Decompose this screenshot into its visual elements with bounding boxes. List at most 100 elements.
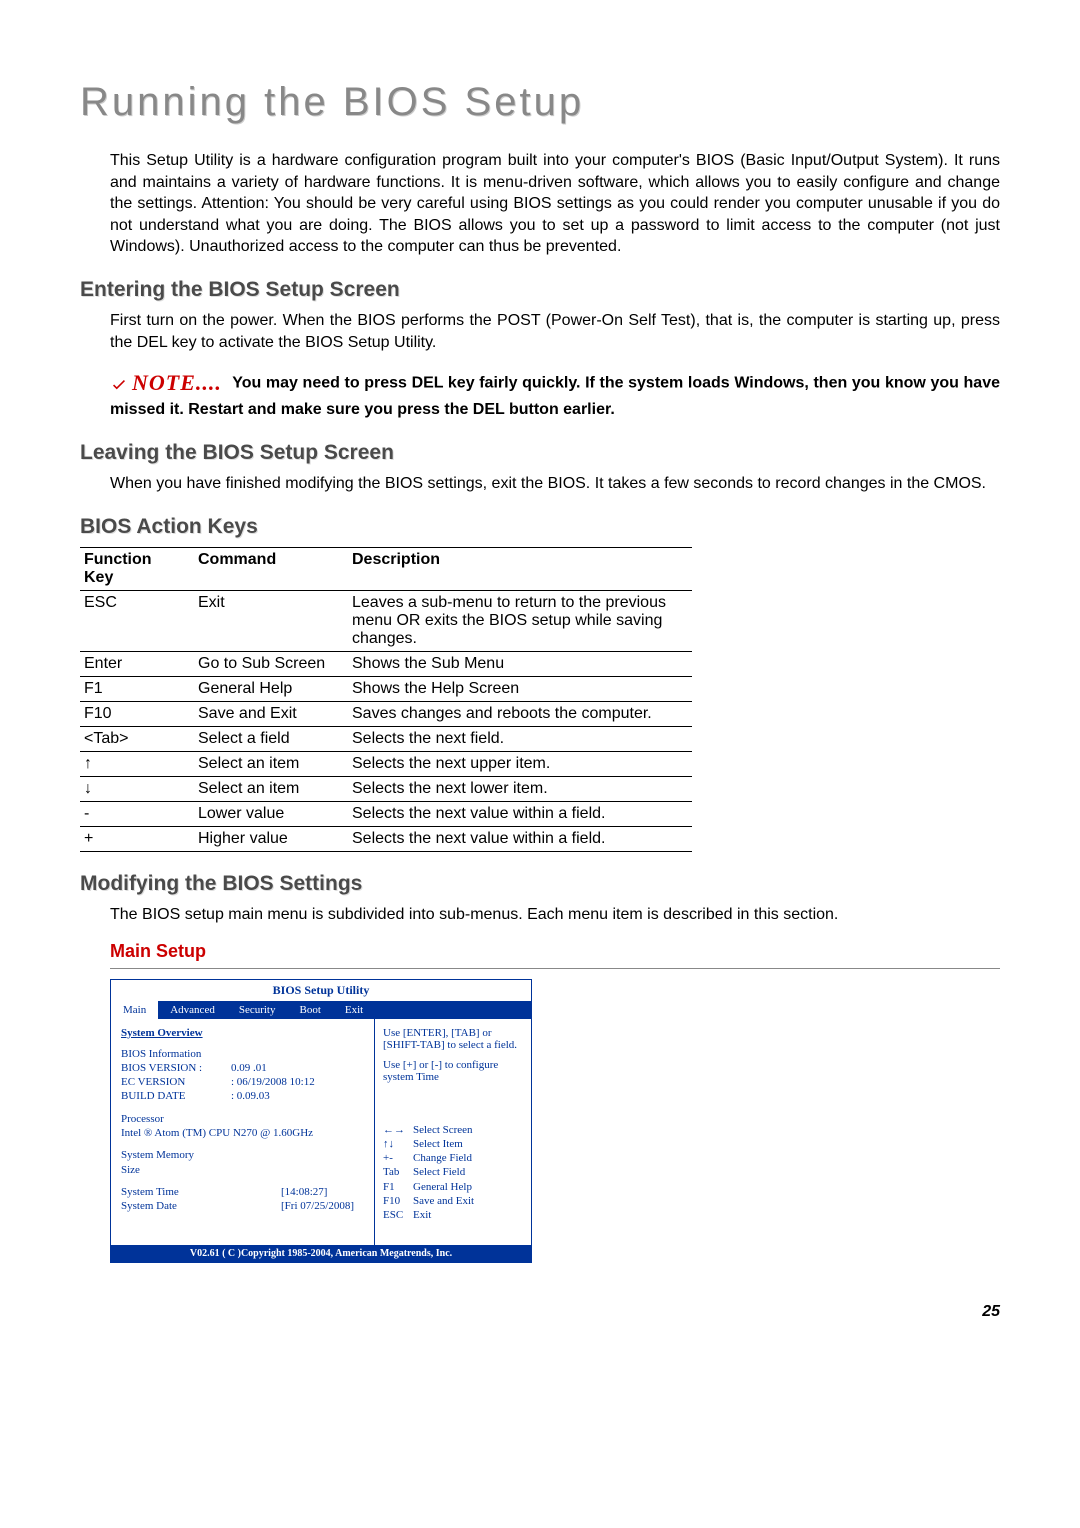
divider: [110, 968, 1000, 969]
section-modifying: Modifying the BIOS Settings: [80, 872, 1000, 896]
table-cell: Lower value: [194, 801, 348, 826]
table-cell: Shows the Help Screen: [348, 676, 692, 701]
page-title: Running the BIOS Setup: [80, 80, 1000, 125]
bios-help-key: ←→: [383, 1123, 413, 1137]
build-date-label: BUILD DATE: [121, 1089, 231, 1103]
col-description: Description: [348, 547, 692, 590]
table-cell: Select an item: [194, 751, 348, 776]
table-cell: ESC: [80, 590, 194, 651]
bios-help-desc: Save and Exit: [413, 1194, 474, 1208]
bios-screenshot: BIOS Setup Utility MainAdvancedSecurityB…: [110, 979, 532, 1263]
bios-help-key: +-: [383, 1151, 413, 1165]
ec-version-value: : 06/19/2008 10:12: [231, 1075, 315, 1089]
bios-tabs: MainAdvancedSecurityBootExit: [111, 1001, 531, 1019]
col-command: Command: [194, 547, 348, 590]
section-leaving: Leaving the BIOS Setup Screen: [80, 441, 1000, 465]
bios-left-panel: System Overview BIOS Information BIOS VE…: [111, 1019, 375, 1245]
note-block: NOTE.... You may need to press DEL key f…: [110, 368, 1000, 421]
bios-version-label: BIOS VERSION :: [121, 1061, 231, 1075]
entering-body: First turn on the power. When the BIOS p…: [110, 310, 1000, 353]
table-cell: Go to Sub Screen: [194, 651, 348, 676]
processor-value: Intel ® Atom (TM) CPU N270 @ 1.60GHz: [121, 1126, 364, 1140]
table-cell: Enter: [80, 651, 194, 676]
table-cell: Leaves a sub-menu to return to the previ…: [348, 590, 692, 651]
bios-version-value: 0.09 .01: [231, 1061, 267, 1075]
table-cell: F10: [80, 701, 194, 726]
bios-help-2: Use [+] or [-] to configure system Time: [383, 1059, 523, 1083]
table-row: -Lower valueSelects the next value withi…: [80, 801, 692, 826]
table-cell: Selects the next value within a field.: [348, 801, 692, 826]
modifying-body: The BIOS setup main menu is subdivided i…: [110, 904, 1000, 926]
bios-help-key: ↑↓: [383, 1137, 413, 1151]
bios-help-key-row: +-Change Field: [383, 1151, 523, 1165]
system-time-value: [14:08:27]: [281, 1185, 327, 1199]
table-row: F10Save and ExitSaves changes and reboot…: [80, 701, 692, 726]
bios-help-key: ESC: [383, 1208, 413, 1222]
bios-help-desc: Change Field: [413, 1151, 472, 1165]
bios-right-panel: Use [ENTER], [TAB] or [SHIFT-TAB] to sel…: [375, 1019, 531, 1245]
bios-info-label: BIOS Information: [121, 1047, 364, 1061]
table-cell: Save and Exit: [194, 701, 348, 726]
bios-tab-security[interactable]: Security: [227, 1001, 288, 1019]
table-cell: +: [80, 826, 194, 851]
processor-label: Processor: [121, 1112, 364, 1126]
table-cell: <Tab>: [80, 726, 194, 751]
bios-help-key-row: F1General Help: [383, 1180, 523, 1194]
check-icon: [110, 375, 128, 393]
table-row: +Higher valueSelects the next value with…: [80, 826, 692, 851]
bios-help-key: Tab: [383, 1165, 413, 1179]
table-row: EnterGo to Sub ScreenShows the Sub Menu: [80, 651, 692, 676]
bios-help-key-row: TabSelect Field: [383, 1165, 523, 1179]
bios-help-desc: Exit: [413, 1208, 431, 1222]
table-cell: Selects the next lower item.: [348, 776, 692, 801]
table-row: F1General HelpShows the Help Screen: [80, 676, 692, 701]
table-cell: Select a field: [194, 726, 348, 751]
system-time-label: System Time: [121, 1185, 231, 1199]
subsection-main-setup: Main Setup: [110, 941, 1000, 962]
table-cell: Higher value: [194, 826, 348, 851]
col-function-key: Function Key: [80, 547, 194, 590]
table-cell: F1: [80, 676, 194, 701]
bios-help-1: Use [ENTER], [TAB] or [SHIFT-TAB] to sel…: [383, 1027, 523, 1051]
bios-help-key: F1: [383, 1180, 413, 1194]
table-cell: Selects the next field.: [348, 726, 692, 751]
table-row: ↑Select an itemSelects the next upper it…: [80, 751, 692, 776]
system-date-value: [Fri 07/25/2008]: [281, 1199, 354, 1213]
bios-help-desc: Select Screen: [413, 1123, 473, 1137]
memory-label: System Memory: [121, 1148, 364, 1162]
bios-help-key-row: F10Save and Exit: [383, 1194, 523, 1208]
bios-help-key: F10: [383, 1194, 413, 1208]
section-action-keys: BIOS Action Keys: [80, 515, 1000, 539]
bios-help-desc: General Help: [413, 1180, 472, 1194]
note-label: NOTE....: [110, 368, 222, 399]
table-cell: General Help: [194, 676, 348, 701]
table-cell: Shows the Sub Menu: [348, 651, 692, 676]
table-row: ESCExitLeaves a sub-menu to return to th…: [80, 590, 692, 651]
section-entering: Entering the BIOS Setup Screen: [80, 278, 1000, 302]
leaving-body: When you have finished modifying the BIO…: [110, 473, 1000, 495]
note-text: You may need to press DEL key fairly qui…: [110, 375, 1000, 418]
note-label-text: NOTE....: [132, 368, 222, 399]
bios-help-key-row: ↑↓Select Item: [383, 1137, 523, 1151]
bios-help-desc: Select Item: [413, 1137, 463, 1151]
bios-help-desc: Select Field: [413, 1165, 465, 1179]
table-cell: ↓: [80, 776, 194, 801]
system-date-label: System Date: [121, 1199, 231, 1213]
bios-help-keys: ←→Select Screen↑↓Select Item+-Change Fie…: [383, 1123, 523, 1223]
page-number: 25: [80, 1303, 1000, 1321]
bios-tab-main[interactable]: Main: [111, 1001, 158, 1019]
table-cell: Select an item: [194, 776, 348, 801]
bios-title: BIOS Setup Utility: [111, 980, 531, 1001]
bios-tab-advanced[interactable]: Advanced: [158, 1001, 227, 1019]
action-keys-table: Function Key Command Description ESCExit…: [80, 547, 692, 852]
bios-tab-exit[interactable]: Exit: [333, 1001, 375, 1019]
ec-version-label: EC VERSION: [121, 1075, 231, 1089]
table-cell: Saves changes and reboots the computer.: [348, 701, 692, 726]
bios-overview-heading: System Overview: [121, 1027, 203, 1039]
intro-paragraph: This Setup Utility is a hardware configu…: [110, 150, 1000, 258]
table-row: ↓Select an itemSelects the next lower it…: [80, 776, 692, 801]
bios-copyright: V02.61 ( C )Copyright 1985-2004, America…: [111, 1245, 531, 1262]
table-cell: Selects the next upper item.: [348, 751, 692, 776]
bios-tab-boot[interactable]: Boot: [288, 1001, 333, 1019]
table-row: <Tab>Select a fieldSelects the next fiel…: [80, 726, 692, 751]
